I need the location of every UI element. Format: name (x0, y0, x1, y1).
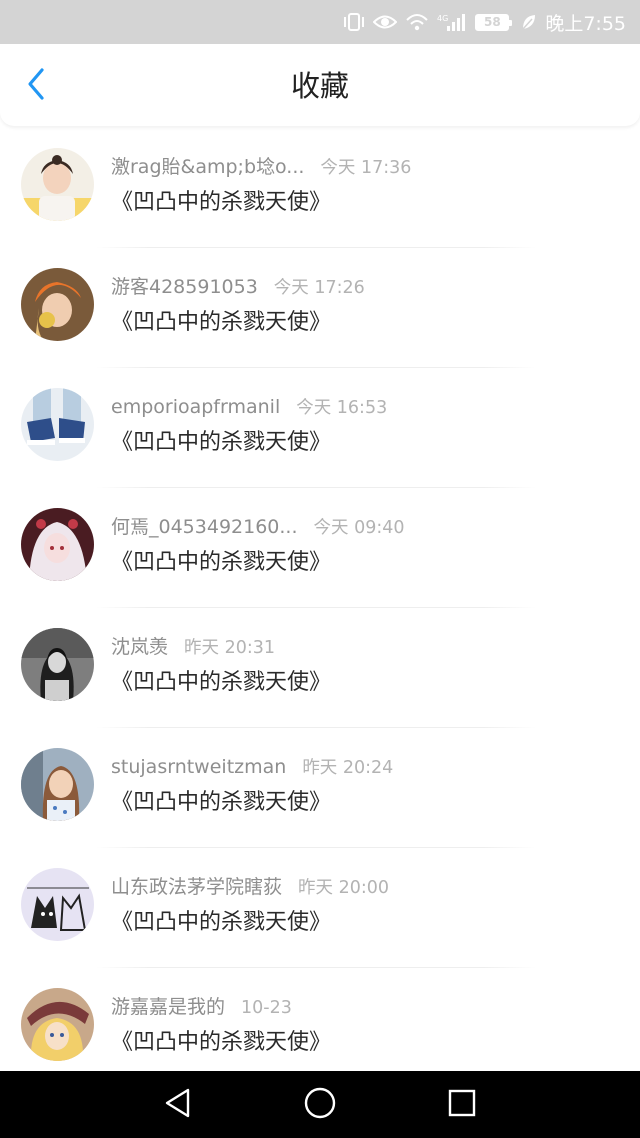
item-meta: 游客428591053 今天 17:26 (111, 274, 365, 301)
timestamp: 今天 17:26 (273, 278, 365, 298)
favorite-title[interactable]: 《凹凸中的杀戮天使》 (111, 668, 331, 698)
list-item[interactable]: 游客428591053 今天 17:26 《凹凸中的杀戮天使》 (0, 248, 640, 368)
list-item[interactable]: emporioapfrmanil 今天 16:53 《凹凸中的杀戮天使》 (0, 368, 640, 488)
page-title: 收藏 (290, 69, 349, 103)
nav-recents-button[interactable] (442, 1085, 482, 1125)
avatar[interactable] (21, 148, 94, 221)
username[interactable]: 游嘉嘉是我的 (111, 996, 225, 1018)
header-bar: 收藏 (0, 44, 640, 126)
nav-home-button[interactable] (300, 1085, 340, 1125)
list-item[interactable]: 何焉_0453492160... 今天 09:40 《凹凸中的杀戮天使》 (0, 488, 640, 608)
status-time: 晚上7:55 (545, 12, 626, 35)
timestamp: 今天 16:53 (296, 398, 388, 418)
timestamp: 今天 09:40 (313, 518, 405, 538)
back-triangle-icon (163, 1087, 193, 1123)
username[interactable]: 激rag貽&amp;b埝o... (111, 156, 304, 178)
avatar[interactable] (21, 268, 94, 341)
user-photo-icon (21, 868, 94, 941)
item-meta: emporioapfrmanil 今天 16:53 (111, 394, 387, 421)
battery-level: 58 (475, 13, 513, 31)
user-photo-icon (21, 388, 94, 461)
vibrate-icon (343, 12, 365, 32)
network-label: 4G (437, 14, 448, 23)
favorite-title[interactable]: 《凹凸中的杀戮天使》 (111, 308, 331, 338)
user-photo-icon (21, 508, 94, 581)
user-photo-icon (21, 628, 94, 701)
timestamp: 昨天 20:31 (184, 638, 276, 658)
favorite-title[interactable]: 《凹凸中的杀戮天使》 (111, 1028, 331, 1058)
list-item[interactable]: 激rag貽&amp;b埝o... 今天 17:36 《凹凸中的杀戮天使》 (0, 128, 640, 248)
avatar[interactable] (21, 388, 94, 461)
navigation-bar (0, 1071, 640, 1138)
recents-square-icon (447, 1088, 477, 1122)
favorite-title[interactable]: 《凹凸中的杀戮天使》 (111, 908, 331, 938)
item-meta: 何焉_0453492160... 今天 09:40 (111, 514, 405, 541)
list-item[interactable]: 沈岚羡 昨天 20:31 《凹凸中的杀戮天使》 (0, 608, 640, 728)
item-meta: 山东政法茅学院瞎荻 昨天 20:00 (111, 874, 389, 901)
favorites-list: 激rag貽&amp;b埝o... 今天 17:36 《凹凸中的杀戮天使》 游客42… (0, 128, 640, 1088)
user-photo-icon (21, 268, 94, 341)
avatar[interactable] (21, 508, 94, 581)
battery-icon: 58 (475, 13, 513, 31)
username[interactable]: stujasrntweitzman (111, 756, 286, 778)
screen: 4G 58 晚上7:55 收藏 激rag貽&amp;b埝o... 今天 17:3… (0, 0, 640, 1138)
timestamp: 10-23 (241, 998, 292, 1018)
wifi-icon (405, 12, 429, 32)
user-photo-icon (21, 148, 94, 221)
user-photo-icon (21, 988, 94, 1061)
username[interactable]: 游客428591053 (111, 276, 258, 298)
user-photo-icon (21, 748, 94, 821)
item-meta: 激rag貽&amp;b埝o... 今天 17:36 (111, 154, 411, 181)
timestamp: 今天 17:36 (320, 158, 412, 178)
leaf-icon (521, 13, 537, 31)
username[interactable]: emporioapfrmanil (111, 396, 280, 418)
username[interactable]: 山东政法茅学院瞎荻 (111, 876, 282, 898)
nav-back-button[interactable] (158, 1085, 198, 1125)
home-circle-icon (303, 1086, 337, 1124)
item-meta: 游嘉嘉是我的 10-23 (111, 994, 292, 1021)
timestamp: 昨天 20:24 (302, 758, 394, 778)
favorite-title[interactable]: 《凹凸中的杀戮天使》 (111, 548, 331, 578)
status-bar: 4G 58 晚上7:55 (0, 0, 640, 44)
avatar[interactable] (21, 868, 94, 941)
favorite-title[interactable]: 《凹凸中的杀戮天使》 (111, 788, 331, 818)
avatar[interactable] (21, 988, 94, 1061)
list-item[interactable]: 山东政法茅学院瞎荻 昨天 20:00 《凹凸中的杀戮天使》 (0, 848, 640, 968)
list-item[interactable]: stujasrntweitzman 昨天 20:24 《凹凸中的杀戮天使》 (0, 728, 640, 848)
avatar[interactable] (21, 748, 94, 821)
timestamp: 昨天 20:00 (298, 878, 390, 898)
list-item[interactable]: 游嘉嘉是我的 10-23 《凹凸中的杀戮天使》 (0, 968, 640, 1088)
signal-icon: 4G (437, 12, 467, 32)
avatar[interactable] (21, 628, 94, 701)
item-meta: stujasrntweitzman 昨天 20:24 (111, 754, 393, 781)
eye-icon (373, 13, 398, 31)
item-meta: 沈岚羡 昨天 20:31 (111, 634, 275, 661)
favorite-title[interactable]: 《凹凸中的杀戮天使》 (111, 428, 331, 458)
username[interactable]: 沈岚羡 (111, 636, 168, 658)
username[interactable]: 何焉_0453492160... (111, 516, 298, 538)
favorite-title[interactable]: 《凹凸中的杀戮天使》 (111, 188, 331, 218)
